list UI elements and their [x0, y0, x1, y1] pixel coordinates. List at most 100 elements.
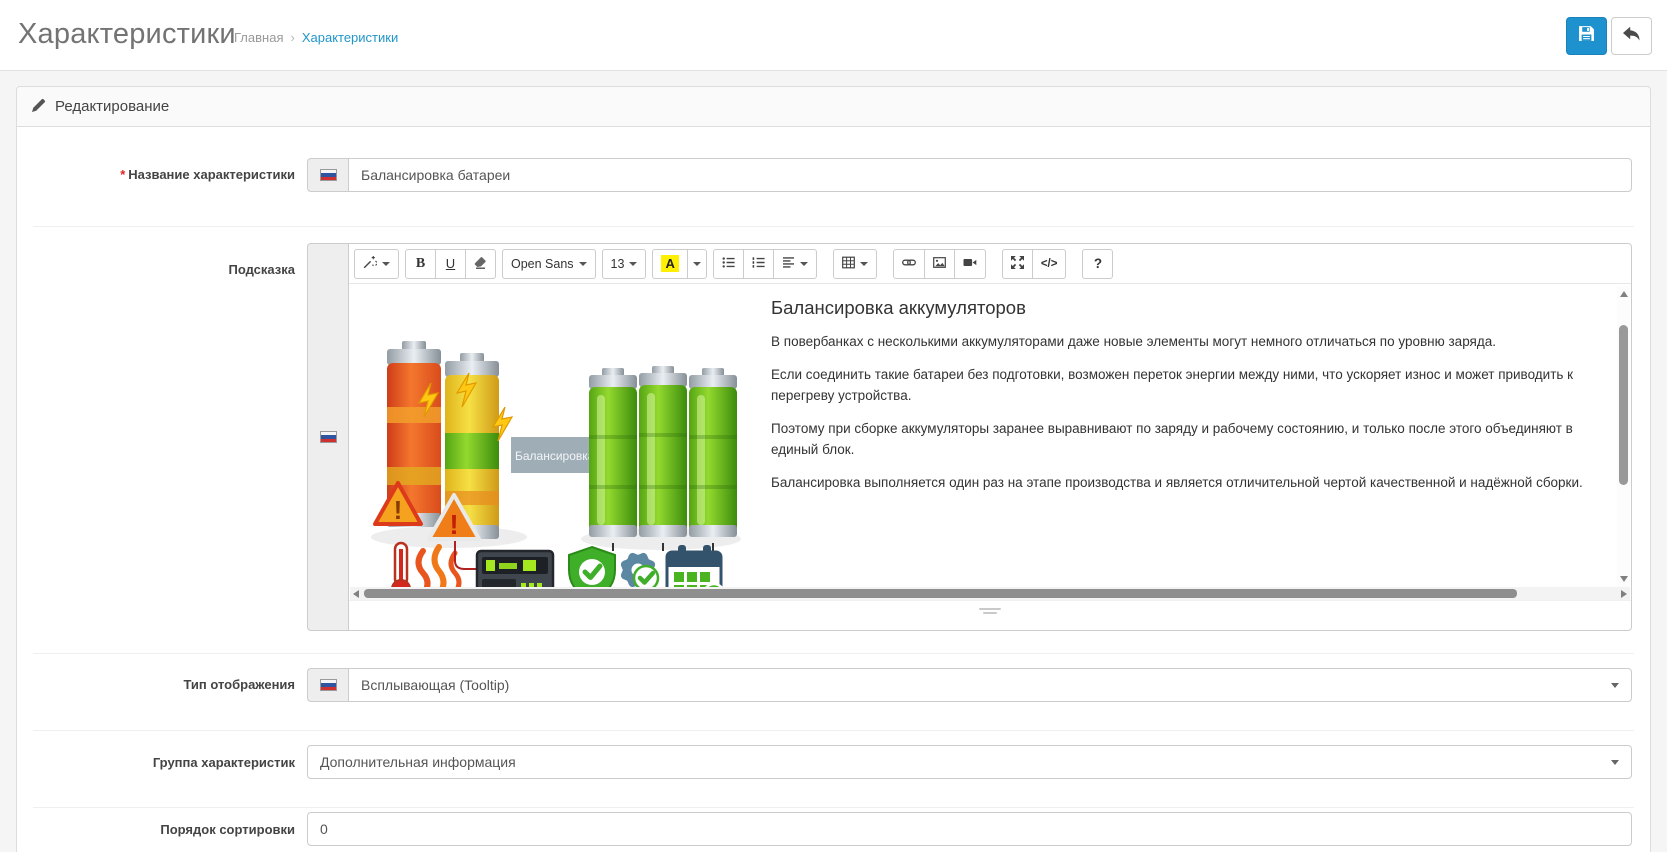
- text-color-button[interactable]: A: [652, 248, 688, 279]
- page-title: Характеристики: [18, 18, 236, 50]
- chevron-down-icon: [692, 261, 701, 266]
- editor-horizontal-scrollbar[interactable]: [350, 587, 1630, 600]
- underline-icon: U: [445, 256, 456, 271]
- video-icon: [963, 256, 977, 272]
- chevron-down-icon: [859, 261, 868, 266]
- paragraph-align-icon: [782, 256, 795, 272]
- tooltip-paragraph: Если соединить такие батареи без подгото…: [771, 366, 1574, 403]
- form-divider: [33, 807, 1634, 808]
- tooltip-paragraph: Поэтому при сборке аккумуляторы заранее …: [771, 420, 1573, 457]
- form-divider: [33, 730, 1634, 731]
- edit-panel: Редактирование * Название характеристики …: [16, 86, 1651, 852]
- link-icon: [901, 256, 916, 272]
- underline-button[interactable]: U: [435, 248, 466, 279]
- scroll-right-arrow[interactable]: [1621, 590, 1627, 598]
- horizontal-scrollbar-thumb[interactable]: [364, 589, 1517, 598]
- style-dropdown-button[interactable]: [354, 248, 399, 279]
- russian-flag-icon: [319, 169, 337, 181]
- attribute-edit-page: Характеристики Главная › Характеристики …: [0, 0, 1667, 852]
- panel-heading-label: Редактирование: [55, 98, 170, 115]
- scroll-left-arrow[interactable]: [353, 590, 359, 598]
- font-name-dropdown[interactable]: Open Sans: [502, 248, 596, 279]
- tooltip-image[interactable]: ! ! Балансировка: [361, 297, 743, 587]
- name-field-label: * Название характеристики: [120, 167, 295, 182]
- font-size-dropdown[interactable]: 13: [601, 248, 647, 279]
- name-input-group: [307, 158, 1632, 192]
- chevron-down-icon: [629, 261, 638, 266]
- clear-formatting-button[interactable]: [465, 248, 496, 279]
- ordered-list-icon: [752, 256, 765, 272]
- fullscreen-button[interactable]: [1001, 248, 1033, 279]
- pencil-icon: [32, 98, 46, 116]
- sort-order-label: Порядок сортировки: [160, 822, 295, 837]
- unordered-list-button[interactable]: [712, 248, 744, 279]
- attribute-group-select[interactable]: Дополнительная информация: [307, 745, 1632, 779]
- insert-video-button[interactable]: [953, 248, 986, 279]
- ordered-list-button[interactable]: [742, 248, 774, 279]
- back-button[interactable]: [1611, 17, 1652, 55]
- bold-icon: B: [415, 255, 426, 271]
- tooltip-heading: Балансировка аккумуляторов: [771, 297, 1026, 318]
- font-size-value: 13: [610, 256, 625, 271]
- editor-statusbar: [349, 600, 1631, 631]
- gear-check-icon: [620, 552, 660, 587]
- tooltip-field-label: Подсказка: [228, 262, 295, 277]
- balanced-batteries: [589, 366, 737, 551]
- thermometer-icon: [391, 541, 411, 587]
- language-flag-addon: [307, 158, 348, 192]
- paragraph-align-button[interactable]: [772, 248, 817, 279]
- tooltip-paragraph: Балансировка выполняется один раз на эта…: [771, 474, 1583, 490]
- sort-order-control: [307, 812, 1632, 846]
- insert-link-button[interactable]: [892, 248, 925, 279]
- display-type-label: Тип отображения: [183, 677, 295, 692]
- calendar-check-icon: [665, 545, 723, 587]
- editor-vertical-scrollbar[interactable]: [1617, 286, 1630, 587]
- svg-text:Балансировка: Балансировка: [515, 449, 595, 463]
- help-icon: ?: [1093, 256, 1103, 271]
- help-button[interactable]: ?: [1082, 248, 1114, 279]
- display-type-select[interactable]: Всплывающая (Tooltip): [348, 668, 1632, 702]
- name-input[interactable]: [348, 158, 1632, 192]
- back-arrow-icon: [1622, 26, 1641, 47]
- attribute-group-control: Дополнительная информация: [307, 745, 1632, 779]
- russian-flag-icon: [319, 431, 337, 443]
- floppy-disk-icon: [1578, 25, 1595, 47]
- language-flag-addon: [307, 668, 348, 702]
- tooltip-paragraph: В повербанках с несколькими аккумулятора…: [771, 334, 1496, 349]
- bold-button[interactable]: B: [405, 248, 436, 279]
- russian-flag-icon: [319, 679, 337, 691]
- save-button[interactable]: [1566, 17, 1607, 55]
- scroll-down-arrow[interactable]: [1620, 576, 1628, 582]
- vertical-scrollbar-thumb[interactable]: [1619, 325, 1628, 485]
- unordered-list-icon: [722, 256, 735, 272]
- shield-check-icon: [568, 545, 616, 587]
- editor-content-area[interactable]: ! ! Балансировка Балансировка аккумулято…: [349, 285, 1619, 587]
- scroll-up-arrow[interactable]: [1620, 291, 1628, 297]
- attribute-group-label: Группа характеристик: [152, 755, 295, 770]
- wysiwyg-editor: B U Open Sans 13 A </> ? ! ! Балансировк…: [348, 243, 1632, 631]
- breadcrumb-home-link[interactable]: Главная: [234, 30, 283, 45]
- text-color-icon: A: [661, 255, 679, 272]
- flames-icon: [415, 544, 462, 587]
- editor-text: Балансировка аккумуляторов В повербанках…: [759, 285, 1619, 587]
- code-view-icon: </>: [1040, 257, 1058, 270]
- code-view-button[interactable]: </>: [1031, 248, 1067, 279]
- chevron-down-icon: [799, 261, 808, 266]
- table-icon: [841, 256, 855, 272]
- magic-wand-icon: [363, 255, 378, 272]
- fullscreen-icon: [1010, 255, 1024, 272]
- editor-resize-grip[interactable]: [979, 608, 1001, 614]
- required-asterisk: *: [120, 167, 126, 182]
- text-color-dropdown[interactable]: [686, 248, 707, 279]
- eraser-icon: [474, 256, 487, 272]
- breadcrumb-separator: ›: [290, 30, 295, 45]
- table-button[interactable]: [832, 248, 877, 279]
- chevron-down-icon: [382, 261, 390, 266]
- sort-order-input[interactable]: [307, 812, 1632, 846]
- display-type-group: Всплывающая (Tooltip): [307, 668, 1632, 702]
- breadcrumb-current-link[interactable]: Характеристики: [302, 30, 398, 45]
- page-header: Характеристики Главная › Характеристики: [0, 0, 1667, 71]
- editor-toolbar: B U Open Sans 13 A </> ?: [349, 244, 1631, 284]
- picture-icon: [932, 256, 946, 272]
- insert-picture-button[interactable]: [923, 248, 955, 279]
